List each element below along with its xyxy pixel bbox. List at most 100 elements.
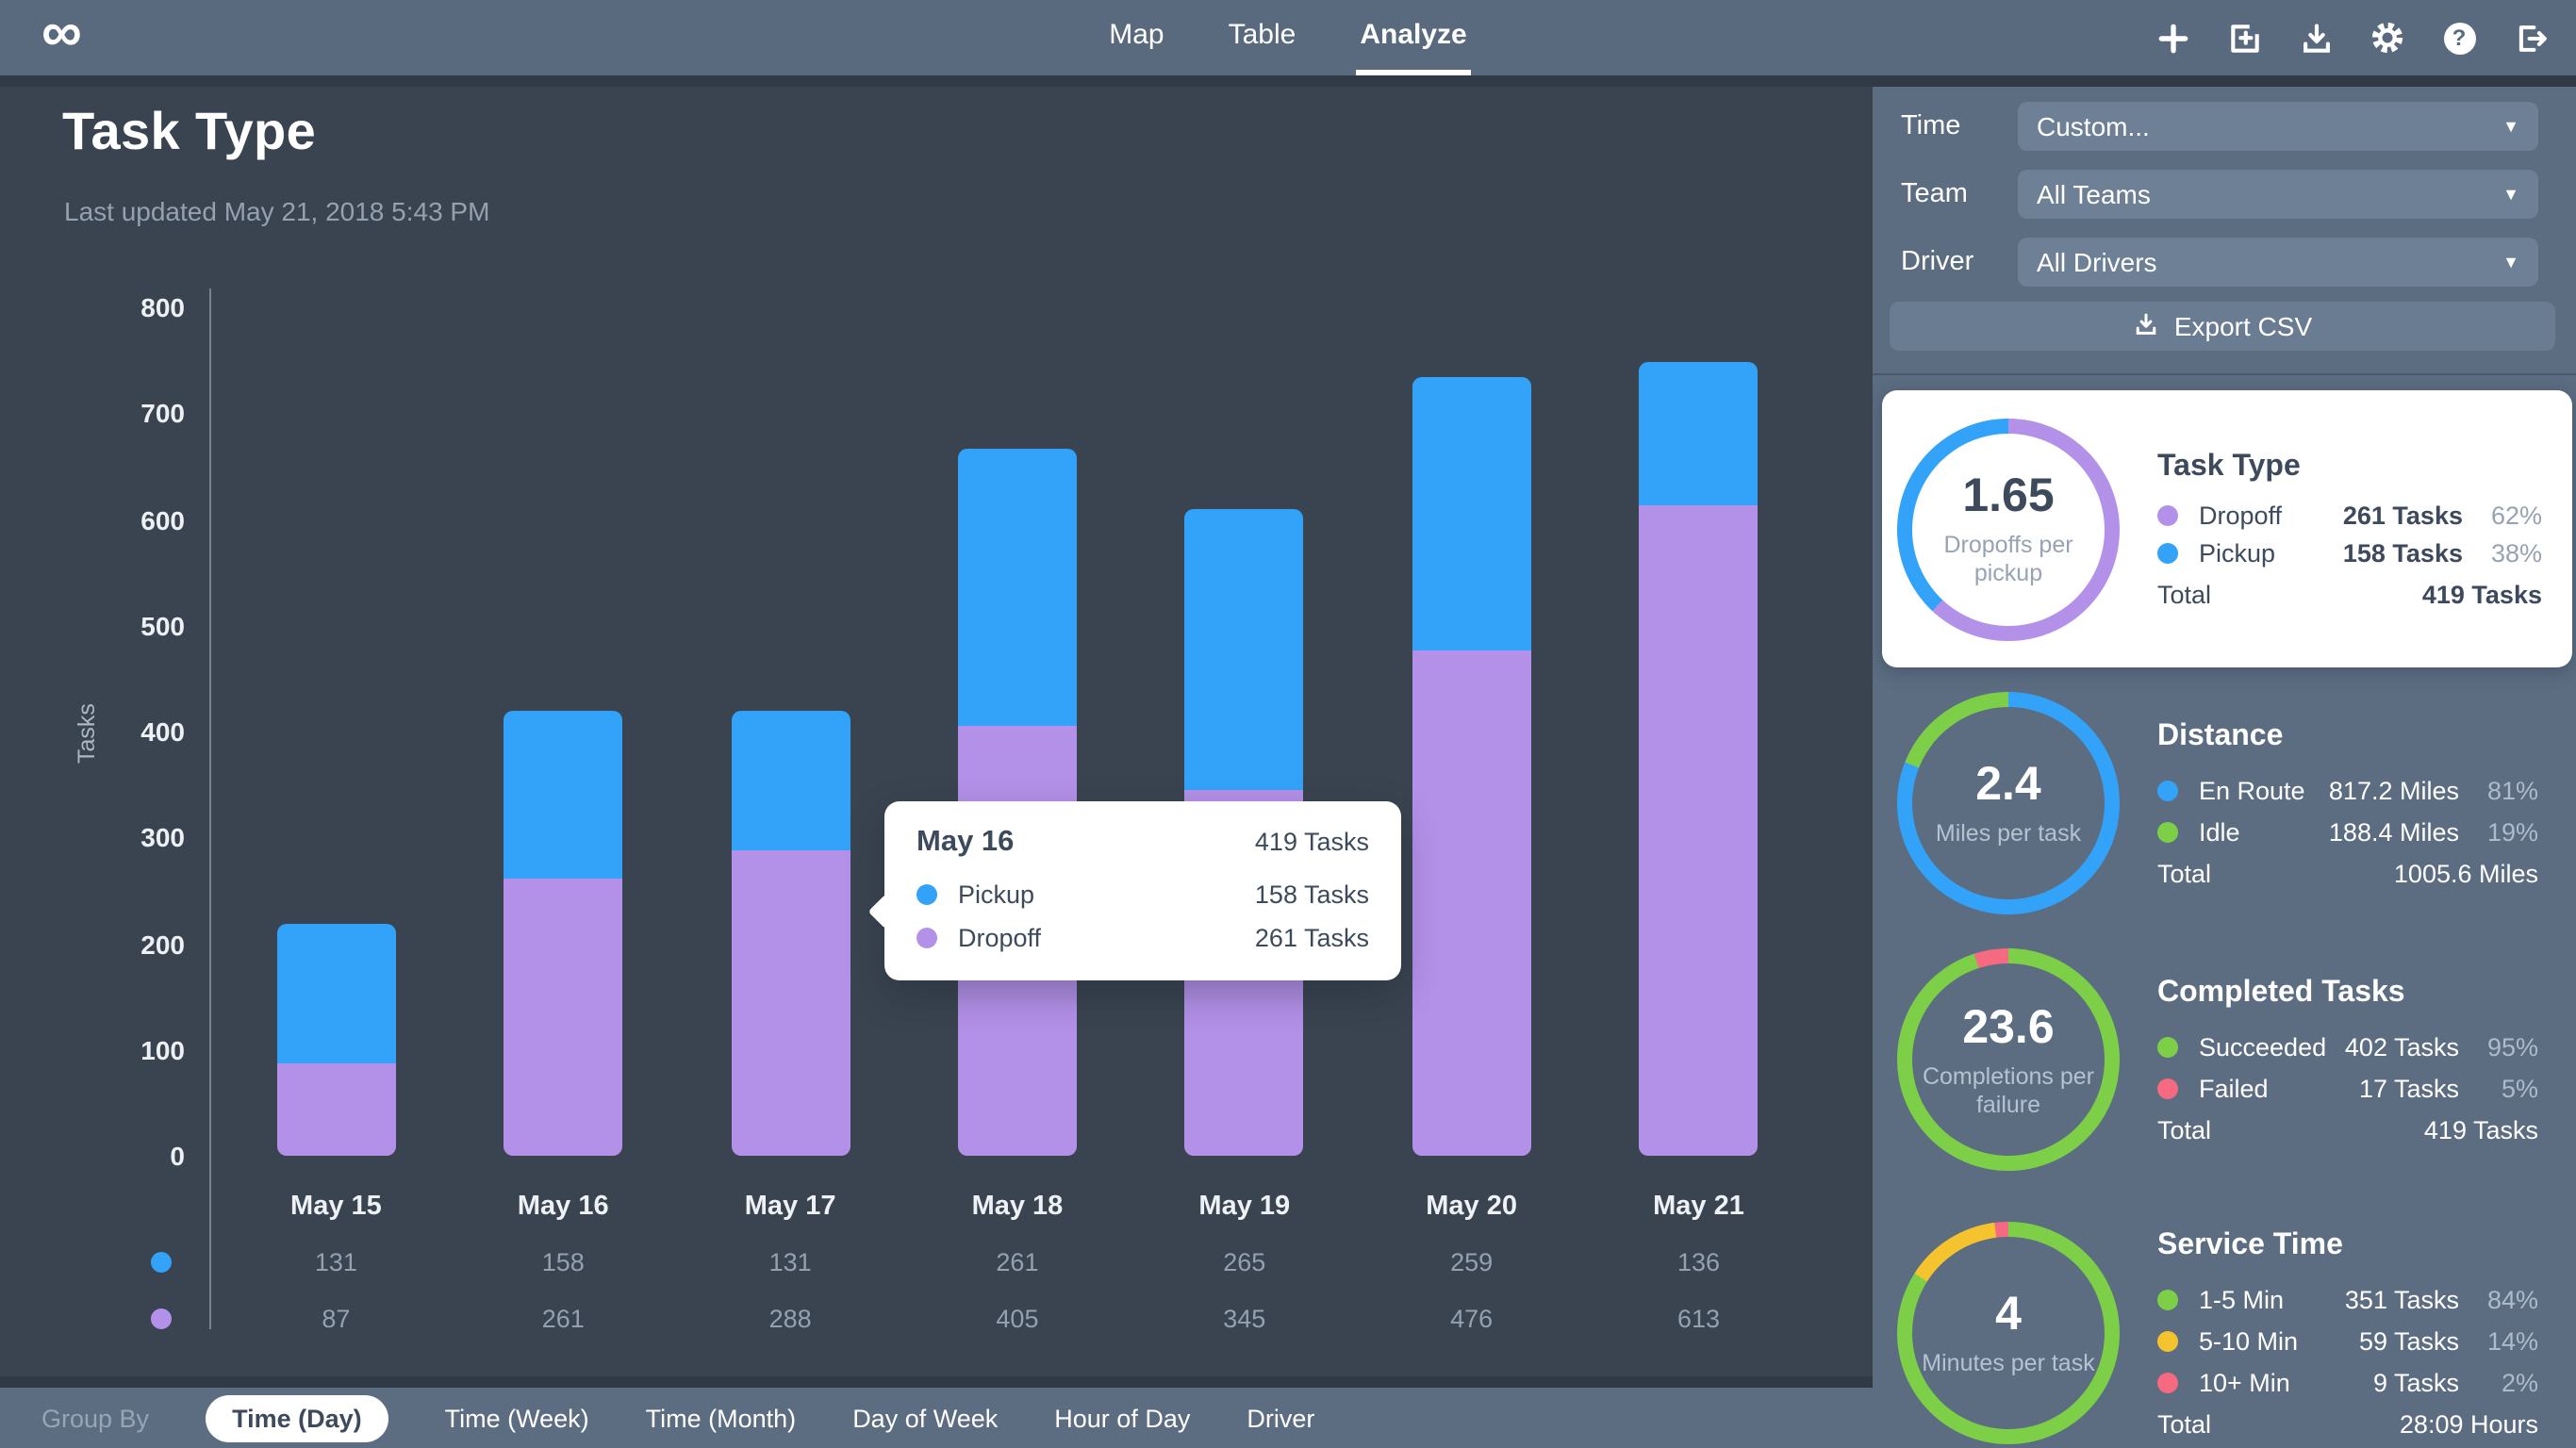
settings-button[interactable] [2365,15,2410,60]
bar-column[interactable] [450,307,677,1156]
tooltip-row-value: 158 Tasks [1254,880,1369,909]
x-tick-label: May 19 [1198,1192,1291,1222]
bar-column[interactable] [1585,307,1812,1156]
download-button[interactable] [2293,15,2338,60]
logout-icon [2513,20,2549,56]
row-percent: 2% [2501,1368,2538,1396]
group-by-divider [0,1376,1873,1388]
bar-column[interactable] [1131,307,1358,1156]
row-value: 188.4 Miles [2328,817,2459,846]
en-route-dot-icon [2157,780,2178,800]
group-by-label: Group By [41,1404,150,1432]
analyze-chart-panel: Task Type Last updated May 21, 2018 5:43… [0,87,1873,1448]
chart-tooltip: May 16 419 Tasks Pickup 158 Tasks Dropof… [867,801,1401,980]
row-value: 402 Tasks [2344,1032,2459,1061]
help-button[interactable]: ? [2436,15,2482,60]
tooltip-row-value: 261 Tasks [1254,924,1369,952]
stacked-bar [731,711,850,1156]
row-value: 158 Tasks [2342,538,2463,567]
dropoff-bar-segment [731,850,850,1156]
filters-section: Time Custom... ▼ Team All Teams ▼ Driver… [1873,87,2576,375]
driver-filter-dropdown[interactable]: All Drivers ▼ [2018,238,2538,287]
dropoff-count: 613 [1676,1305,1720,1333]
row-label: Succeeded [2199,1032,2327,1061]
y-tick-label: 200 [140,929,185,959]
pickup-count: 131 [768,1248,812,1276]
bar-column[interactable] [904,307,1131,1156]
pickup-count: 158 [541,1248,585,1276]
stacked-bar-plot [223,307,1812,1156]
x-tick-label: May 18 [971,1192,1064,1222]
stacked-bar [276,924,396,1156]
service-time-donut-chart: 4 Minutes per task [1897,1222,2120,1444]
tooltip-row-label: Dropoff [958,924,1042,952]
metric-label: Completions per failure [1922,1062,2094,1117]
tooltip-row-label: Pickup [958,880,1035,909]
group-by-option[interactable]: Hour of Day [1054,1404,1190,1432]
x-tick-label: May 17 [744,1192,836,1222]
distance-donut-chart: 2.4 Miles per task [1897,692,2120,914]
team-filter-label: Team [1901,179,1968,209]
dropoff-bar-segment [276,1063,396,1156]
group-by-option[interactable]: Time (Day) [206,1394,388,1441]
dropoff-bar-segment [1412,650,1531,1156]
total-value: 419 Tasks [2423,1115,2538,1144]
import-tasks-button[interactable] [2221,15,2267,60]
card-title: Distance [2157,719,2284,751]
last-updated-text: Last updated May 21, 2018 5:43 PM [64,196,490,226]
card-task-type[interactable]: 1.65 Dropoffs per pickup Task Type Dropo… [1882,390,2572,667]
group-by-option[interactable]: Time (Month) [646,1404,797,1432]
time-filter-dropdown[interactable]: Custom... ▼ [2018,102,2538,151]
row-label: Dropoff [2199,501,2283,529]
row-percent: 84% [2486,1285,2538,1313]
x-tick-label: May 20 [1426,1192,1517,1222]
y-tick-label: 400 [140,716,185,747]
group-by-option[interactable]: Driver [1247,1404,1314,1432]
total-value: 1005.6 Miles [2393,859,2538,887]
add-button[interactable] [2150,15,2195,60]
stacked-bar [1639,361,1759,1156]
card-service-time[interactable]: 4 Minutes per task Service Time 1-5 Min … [1882,1201,2572,1448]
x-axis-labels: May 15 131 87 May 16 158 261 May 17 131 288 May 1… [223,1188,1812,1339]
gear-icon [2369,19,2406,57]
row-percent: 95% [2486,1032,2538,1061]
bar-column[interactable] [1358,307,1585,1156]
tab-table[interactable]: Table [1225,0,1300,75]
group-by-options: Time (Day) Time (Week) Time (Month) Day of … [206,1394,1314,1441]
group-by-option[interactable]: Day of Week [852,1404,998,1432]
dropoff-bar-segment [1639,505,1759,1156]
total-label: Total [2157,1409,2212,1438]
pickup-dot-icon [916,884,937,905]
group-by-option[interactable]: Time (Week) [445,1404,589,1432]
card-completed-tasks[interactable]: 23.6 Completions per failure Completed T… [1882,941,2572,1178]
x-tick-label: May 16 [517,1192,609,1222]
download-icon [2298,20,2334,56]
stacked-bar [504,711,623,1156]
task-type-donut-chart: 1.65 Dropoffs per pickup [1897,418,2120,640]
bar-column[interactable] [223,307,450,1156]
caret-down-icon: ▼ [2502,185,2519,204]
tab-analyze[interactable]: Analyze [1356,0,1471,75]
export-csv-button[interactable]: Export CSV [1890,302,2555,351]
import-icon [2226,20,2262,56]
card-title: Service Time [2157,1228,2343,1260]
pickup-count: 136 [1676,1248,1720,1276]
tab-map[interactable]: Map [1105,0,1167,75]
row-value: 817.2 Miles [2328,776,2459,804]
logout-button[interactable] [2508,15,2553,60]
row-label: Idle [2199,817,2240,846]
dropoff-dot-icon [2157,504,2178,525]
card-distance[interactable]: 2.4 Miles per task Distance En Route 817… [1882,684,2572,922]
row-label: 1-5 Min [2199,1285,2285,1313]
bar-column[interactable] [677,307,904,1156]
help-icon: ? [2443,22,2475,54]
min-5-10-dot-icon [2157,1330,2178,1351]
row-label: Pickup [2199,538,2276,567]
row-value: 17 Tasks [2358,1074,2459,1102]
total-value: 419 Tasks [2421,580,2542,608]
pickup-bar-segment [1412,376,1531,651]
team-filter-dropdown[interactable]: All Teams ▼ [2018,170,2538,219]
y-tick-label: 0 [170,1141,185,1171]
metric-label: Dropoffs per pickup [1943,532,2073,586]
app-window: ∞ Map Table Analyze ? Task Type Last upd… [0,0,2576,1448]
